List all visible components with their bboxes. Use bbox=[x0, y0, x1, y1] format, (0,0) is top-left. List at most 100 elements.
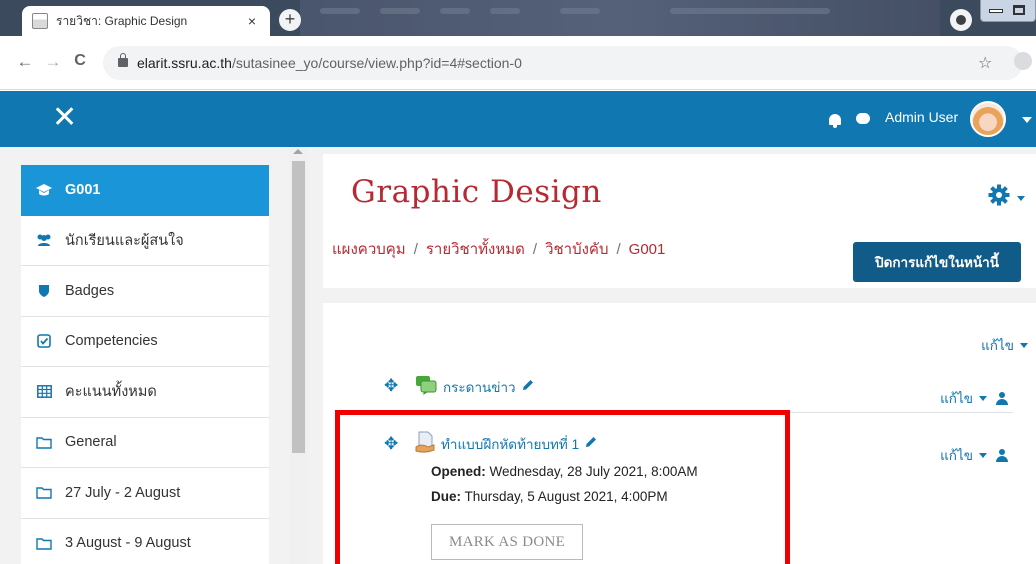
lock-icon[interactable] bbox=[118, 53, 128, 67]
drawer-item-label: 27 July - 2 August bbox=[65, 484, 181, 501]
section-edit-menu[interactable]: แก้ไข bbox=[981, 334, 1028, 356]
breadcrumb: แผงควบคุม / รายวิชาทั้งหมด / วิชาบังคับ / G001 bbox=[332, 237, 665, 261]
drawer-item-badges[interactable]: Badges bbox=[21, 266, 269, 317]
mark-as-done-button[interactable]: MARK AS DONE bbox=[431, 524, 583, 560]
shield-icon bbox=[35, 284, 53, 298]
page-title: Graphic Design bbox=[351, 174, 602, 210]
turn-editing-off-button[interactable]: ปิดการแก้ไขในหน้านี้ bbox=[853, 242, 1021, 282]
users-icon bbox=[35, 233, 53, 247]
bookmark-star-icon[interactable]: ☆ bbox=[978, 53, 992, 73]
tab-close-icon[interactable]: × bbox=[244, 13, 260, 29]
drawer-item-label: Badges bbox=[65, 282, 115, 299]
window-controls bbox=[980, 0, 1036, 22]
tab-title: รายวิชา: Graphic Design bbox=[56, 13, 188, 28]
check-square-icon bbox=[35, 334, 53, 349]
assign-roles-icon[interactable] bbox=[996, 448, 1008, 462]
assign-roles-icon[interactable] bbox=[996, 391, 1008, 405]
course-section: แก้ไข ✥ กระดานข่าว แก้ไข ✥ ทำแบบฝึกหัดท้… bbox=[323, 303, 1036, 564]
forum-icon bbox=[415, 375, 437, 398]
main-region: Graphic Design แผงควบคุม / รายวิชาทั้งหมด /… bbox=[308, 147, 1036, 564]
address-bar: ← → C elarit.ssru.ac.th/sutasinee_yo/cou… bbox=[0, 36, 1036, 90]
gear-caret-icon[interactable] bbox=[1017, 196, 1025, 201]
close-drawer-icon[interactable]: ✕ bbox=[52, 101, 77, 135]
background-ribbon bbox=[300, 0, 940, 36]
drawer-item-participants[interactable]: นักเรียนและผู้สนใจ bbox=[21, 216, 269, 266]
drawer-item-label: G001 bbox=[65, 182, 101, 199]
drawer-list: G001 นักเรียนและผู้สนใจ Badges Competenc… bbox=[21, 165, 269, 564]
folder-icon bbox=[35, 486, 53, 499]
drawer-item-label: นักเรียนและผู้สนใจ bbox=[65, 232, 184, 249]
pencil-icon[interactable] bbox=[585, 436, 597, 451]
breadcrumb-separator: / bbox=[532, 241, 538, 258]
assignment-icon bbox=[415, 431, 435, 456]
drawer-item-grades[interactable]: คะแนนทั้งหมด bbox=[21, 367, 269, 418]
opened-date: Opened: Wednesday, 28 July 2021, 8:00AM bbox=[431, 464, 698, 479]
notification-bell-icon[interactable] bbox=[829, 114, 841, 128]
breadcrumb-item[interactable]: G001 bbox=[629, 241, 666, 258]
opened-value: Wednesday, 28 July 2021, 8:00AM bbox=[489, 464, 698, 479]
section-edit-label: แก้ไข bbox=[981, 338, 1014, 353]
breadcrumb-separator: / bbox=[616, 241, 621, 258]
breadcrumb-item[interactable]: แผงควบคุม bbox=[332, 241, 406, 258]
folder-icon bbox=[35, 537, 53, 550]
assignment-activity[interactable]: ทำแบบฝึกหัดท้ายบทที่ 1 bbox=[415, 431, 597, 456]
url-host: elarit.ssru.ac.th bbox=[137, 55, 232, 71]
pencil-icon[interactable] bbox=[522, 379, 534, 394]
caret-down-icon bbox=[1020, 342, 1028, 348]
move-icon[interactable]: ✥ bbox=[384, 376, 398, 396]
activity-name: ทำแบบฝึกหัดท้ายบทที่ 1 bbox=[441, 436, 580, 452]
graduation-cap-icon bbox=[35, 183, 53, 197]
drawer-item-week-1[interactable]: 27 July - 2 August bbox=[21, 468, 269, 519]
drawer-item-label: คะแนนทั้งหมด bbox=[65, 384, 157, 401]
reload-icon[interactable]: C bbox=[69, 52, 91, 70]
due-label: Due: bbox=[431, 489, 461, 504]
drawer-item-label: Competencies bbox=[65, 333, 158, 350]
activity-name: กระดานข่าว bbox=[443, 379, 516, 395]
maximize-icon[interactable] bbox=[1013, 5, 1025, 15]
nav-drawer: G001 นักเรียนและผู้สนใจ Badges Competenc… bbox=[0, 147, 308, 564]
activity-edit-label: แก้ไข bbox=[940, 391, 973, 406]
activity-edit-menu[interactable]: แก้ไข bbox=[940, 444, 1008, 466]
profile-icon[interactable] bbox=[950, 9, 972, 31]
caret-down-icon bbox=[979, 452, 987, 458]
table-icon bbox=[35, 385, 53, 399]
browser-tab[interactable]: รายวิชา: Graphic Design × bbox=[22, 6, 270, 36]
due-date: Due: Thursday, 5 August 2021, 4:00PM bbox=[431, 489, 668, 504]
scrollbar-thumb[interactable] bbox=[292, 161, 305, 453]
user-name[interactable]: Admin User bbox=[885, 109, 958, 125]
drawer-item-label: 3 August - 9 August bbox=[65, 535, 191, 552]
browser-tabstrip: รายวิชา: Graphic Design × + bbox=[0, 0, 1036, 36]
drawer-item-label: General bbox=[65, 434, 117, 451]
drawer-item-course[interactable]: G001 bbox=[21, 165, 269, 216]
due-value: Thursday, 5 August 2021, 4:00PM bbox=[464, 489, 668, 504]
new-tab-button[interactable]: + bbox=[279, 9, 301, 31]
user-avatar[interactable] bbox=[970, 101, 1006, 137]
breadcrumb-item[interactable]: วิชาบังคับ bbox=[545, 241, 608, 258]
opened-label: Opened: bbox=[431, 464, 486, 479]
messages-icon[interactable] bbox=[856, 113, 870, 124]
divider bbox=[371, 412, 1013, 413]
caret-down-icon bbox=[979, 395, 987, 401]
favicon-icon bbox=[32, 13, 48, 29]
drawer-item-general[interactable]: General bbox=[21, 418, 269, 468]
forum-activity[interactable]: กระดานข่าว bbox=[415, 375, 534, 398]
gear-icon[interactable] bbox=[988, 184, 1010, 206]
breadcrumb-separator: / bbox=[413, 241, 418, 258]
user-menu-caret-icon[interactable] bbox=[1022, 117, 1032, 123]
url-text[interactable]: elarit.ssru.ac.th/sutasinee_yo/course/vi… bbox=[137, 55, 522, 71]
folder-icon bbox=[35, 436, 53, 449]
back-icon[interactable]: ← bbox=[14, 52, 36, 72]
activity-edit-label: แก้ไข bbox=[940, 448, 973, 463]
drawer-item-competencies[interactable]: Competencies bbox=[21, 317, 269, 367]
drawer-scrollbar[interactable] bbox=[289, 147, 308, 564]
drawer-item-week-2[interactable]: 3 August - 9 August bbox=[21, 519, 269, 564]
account-icon[interactable] bbox=[1014, 52, 1032, 70]
site-navbar: ✕ Admin User bbox=[0, 91, 1036, 147]
url-path: /sutasinee_yo/course/view.php?id=4#secti… bbox=[231, 55, 522, 71]
forward-icon[interactable]: → bbox=[42, 52, 64, 72]
breadcrumb-item[interactable]: รายวิชาทั้งหมด bbox=[426, 241, 525, 258]
scroll-up-arrow-icon[interactable] bbox=[293, 149, 303, 154]
move-icon[interactable]: ✥ bbox=[384, 434, 398, 454]
minimize-icon[interactable] bbox=[989, 9, 1003, 13]
activity-edit-menu[interactable]: แก้ไข bbox=[940, 387, 1008, 409]
